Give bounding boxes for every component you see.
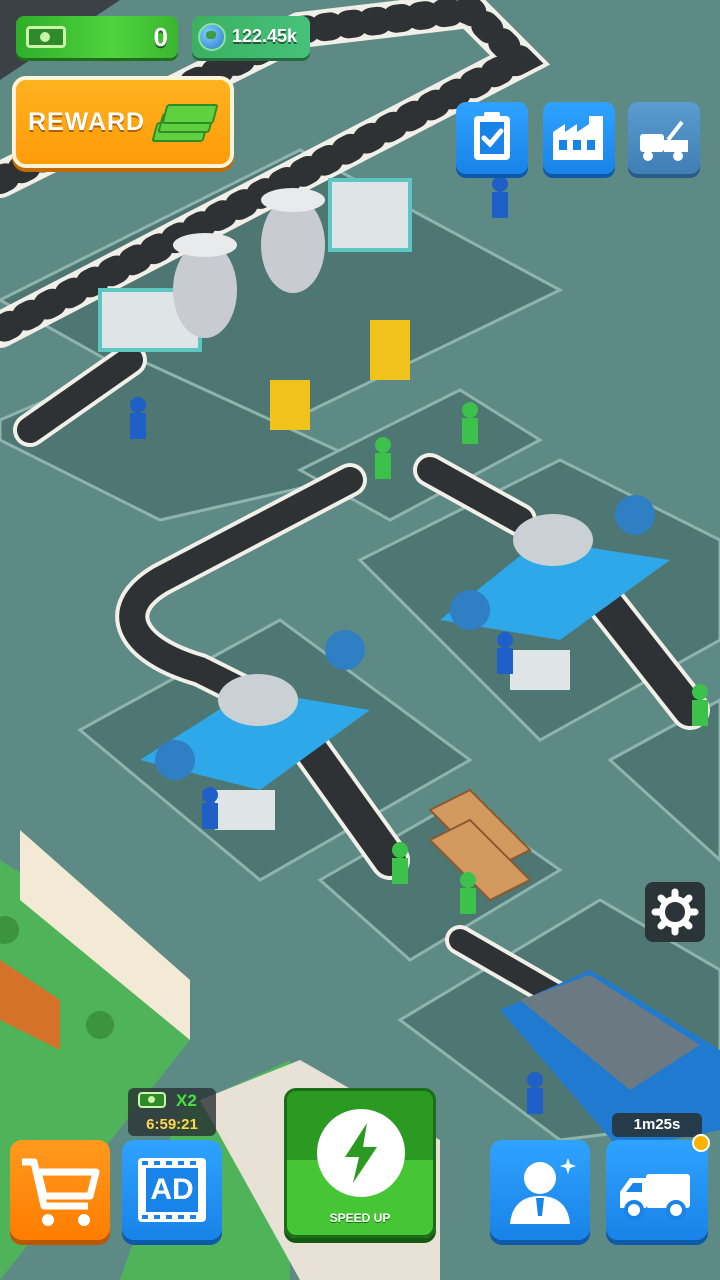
reward-button[interactable]: REWARD [12,76,234,168]
cash-counter: 0 [16,16,178,58]
lightning-icon [345,1123,377,1183]
speed-up-button[interactable]: SPEED UP [284,1088,436,1238]
gear-icon [651,888,699,936]
shop-button[interactable] [10,1140,110,1240]
factory-icon [553,116,603,160]
settings-button[interactable] [645,882,705,942]
tow-truck-icon [640,120,688,161]
delivery-truck-icon [620,1174,690,1220]
cash-icon [138,1092,166,1108]
globe-icon [198,23,226,51]
tasks-button[interactable] [456,102,528,174]
boost-timer: 6:59:21 [146,1116,198,1133]
factory-button[interactable] [543,102,615,174]
ad-button[interactable]: AD [122,1140,222,1240]
income-boost-badge: X2 6:59:21 [128,1088,216,1136]
global-currency-counter: 122.45k [192,16,310,58]
manager-icon [510,1158,576,1224]
cash-icon [26,26,66,48]
ad-label: AD [150,1173,194,1206]
reward-label: REWARD [28,108,146,136]
cash-stack-icon [151,104,219,142]
speed-up-label: SPEED UP [329,1211,391,1225]
tow-truck-button[interactable] [628,102,700,174]
cash-value: 0 [153,22,168,52]
delivery-truck-button[interactable] [606,1140,708,1240]
clipboard-check-icon [474,112,510,160]
boost-multiplier: X2 [176,1091,197,1110]
notification-dot [692,1134,710,1152]
speed-up-circle [317,1109,405,1197]
shopping-cart-icon [22,1158,100,1226]
delivery-timer: 1m25s [612,1113,702,1137]
global-value: 122.45k [232,26,298,46]
manager-button[interactable] [490,1140,590,1240]
